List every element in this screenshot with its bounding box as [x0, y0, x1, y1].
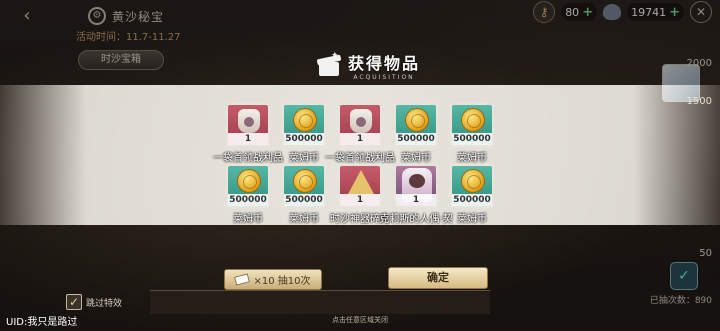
coin-icon — [237, 169, 261, 193]
modal-subtitle: ACQUISITION — [353, 73, 415, 81]
player-uid: UID:我只是路过 — [6, 317, 78, 328]
coin-icon — [461, 169, 485, 193]
skip-effects-label: 跳过特效 — [86, 298, 123, 309]
confirm-button[interactable]: 确定 — [388, 267, 488, 289]
item-qty: 1 — [228, 133, 268, 145]
close-hint: 点击任意区域关闭 — [332, 316, 388, 324]
reward-item[interactable]: 500000 — [282, 164, 326, 208]
item-qty: 500000 — [228, 194, 268, 206]
reward-item[interactable]: 1 — [394, 164, 438, 208]
item-qty: 1 — [340, 194, 380, 206]
reward-item[interactable]: 500000 — [394, 103, 438, 147]
reward-item[interactable]: 1 — [226, 103, 270, 147]
reward-item[interactable]: 500000 — [226, 164, 270, 208]
reward-item[interactable]: 1 — [338, 164, 382, 208]
item-name: 莱姆币 — [457, 153, 487, 164]
item-qty: 500000 — [396, 133, 436, 145]
item-qty: 500000 — [284, 133, 324, 145]
modal-header: ✦ 获得物品 ACQUISITION — [316, 48, 420, 82]
reward-item[interactable]: 500000 — [282, 103, 326, 147]
gift-box-icon: ✦ — [316, 51, 342, 78]
item-qty: 1 — [396, 194, 436, 206]
item-qty: 500000 — [452, 133, 492, 145]
modal-title: 获得物品 — [348, 53, 421, 73]
item-name: 莱姆币 — [457, 214, 487, 225]
loot-pouch-icon — [350, 109, 372, 133]
loot-pouch-icon — [238, 109, 260, 133]
coin-icon — [405, 108, 429, 132]
reward-item[interactable]: 1 — [338, 103, 382, 147]
reward-item[interactable]: 500000 — [450, 103, 494, 147]
item-qty: 500000 — [284, 194, 324, 206]
pyramid-artifact-icon — [348, 170, 374, 194]
item-qty: 500000 — [452, 194, 492, 206]
item-qty: 1 — [340, 133, 380, 145]
checkbox-check-icon[interactable]: ✓ — [66, 294, 82, 310]
background-draw-strip — [150, 290, 490, 314]
draw-10-button[interactable]: ×10 抽10次 — [224, 269, 322, 290]
skip-effects-toggle[interactable]: ✓ 跳过特效 — [66, 294, 122, 310]
coin-icon — [293, 108, 317, 132]
coin-icon — [461, 108, 485, 132]
coin-icon — [293, 169, 317, 193]
ticket-icon — [234, 273, 251, 286]
draw-10-label: ×10 抽10次 — [253, 276, 311, 287]
reward-item[interactable]: 500000 — [450, 164, 494, 208]
